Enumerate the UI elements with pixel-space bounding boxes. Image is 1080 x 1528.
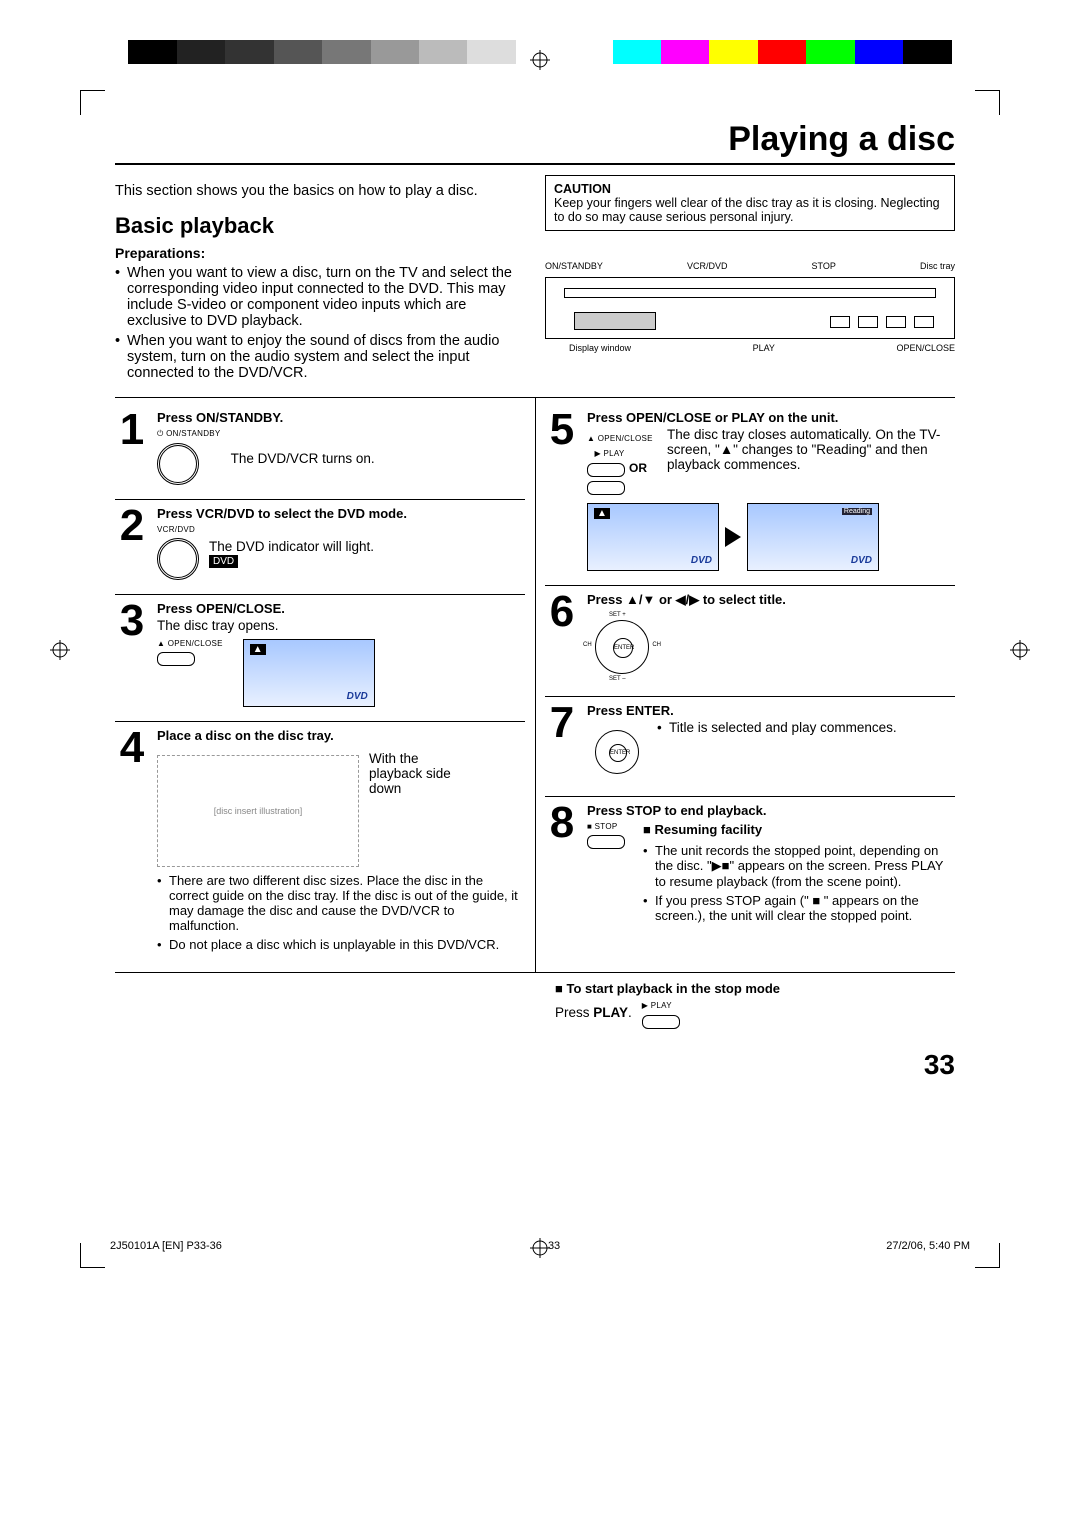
arrow-right-icon [725, 527, 741, 547]
step-number: 3 [115, 601, 149, 707]
openclose-icon: ▲ OPEN/CLOSE [157, 639, 223, 666]
tv-screen-thumb: ▲ DVD [587, 503, 719, 571]
step-title: Press OPEN/CLOSE or PLAY on the unit. [587, 410, 955, 425]
preparations-heading: Preparations: [115, 245, 955, 261]
section-heading: Basic playback [115, 213, 525, 239]
note-item: There are two different disc sizes. Plac… [157, 873, 525, 933]
step-4: 4 Place a disc on the disc tray. [disc i… [115, 721, 525, 958]
tv-screen-thumb: ▲ DVD [243, 639, 375, 707]
dpad-icon: ENTER SET + SET – CH CH [587, 612, 657, 682]
onstandby-icon: ⏻ ON/STANDBY [157, 429, 221, 485]
device-bottom-labels: Display window PLAY OPEN/CLOSE [545, 343, 955, 353]
intro-text: This section shows you the basics on how… [115, 183, 525, 199]
step-number: 5 [545, 410, 579, 571]
note-item: If you press STOP again (" ■ " appears o… [643, 893, 955, 923]
step-desc: The DVD indicator will light. [209, 539, 374, 554]
note-item: Do not place a disc which is unplayable … [157, 937, 525, 952]
stop-icon: ■ STOP [587, 822, 633, 929]
column-divider [535, 398, 536, 972]
registration-mark [530, 50, 550, 70]
prep-item: When you want to enjoy the sound of disc… [115, 333, 525, 381]
step-desc: Title is selected and play commences. [657, 720, 897, 735]
step-number: 7 [545, 703, 579, 782]
caution-heading: CAUTION [554, 182, 946, 196]
step-number: 2 [115, 506, 149, 580]
print-footer: 2J50101A [EN] P33-36 33 27/2/06, 5:40 PM [110, 1240, 970, 1252]
caution-body: Keep your fingers well clear of the disc… [554, 196, 946, 224]
step-desc: With the playback side down [369, 751, 459, 867]
step-7: 7 Press ENTER. ENTER Title is selected a… [545, 696, 955, 782]
step8-notes: The unit records the stopped point, depe… [643, 843, 955, 923]
step-title: Press ENTER. [587, 703, 955, 718]
resume-heading: Resuming facility [643, 822, 955, 837]
dvd-badge: DVD [209, 555, 238, 568]
prep-item: When you want to view a disc, turn on th… [115, 265, 525, 329]
footer-left: 2J50101A [EN] P33-36 [110, 1240, 222, 1252]
step-8: 8 Press STOP to end playback. ■ STOP Res… [545, 796, 955, 929]
crop-mark [80, 90, 105, 115]
registration-mark [50, 640, 70, 660]
step-title: Press VCR/DVD to select the DVD mode. [157, 506, 525, 521]
device-diagram [545, 277, 955, 339]
step-desc: The DVD/VCR turns on. [231, 451, 375, 466]
start-in-stop-body: Press PLAY. [555, 1005, 632, 1020]
step-6: 6 Press ▲/▼ or ◀/▶ to select title. ENTE… [545, 585, 955, 682]
step-desc: The disc tray opens. [157, 618, 525, 633]
step-1: 1 Press ON/STANDBY. ⏻ ON/STANDBY The DVD… [115, 404, 525, 485]
step-number: 8 [545, 803, 579, 929]
tv-screen-thumb: Reading DVD [747, 503, 879, 571]
footer-mid: 33 [548, 1240, 560, 1252]
start-in-stop-heading: To start playback in the stop mode [555, 981, 955, 996]
step-title: Press ▲/▼ or ◀/▶ to select title. [587, 592, 955, 608]
vcrdvd-icon: VCR/DVD [157, 525, 199, 580]
step-title: Press OPEN/CLOSE. [157, 601, 525, 616]
crop-mark [975, 1243, 1000, 1268]
page-number: 33 [115, 1049, 955, 1081]
caution-box: CAUTION Keep your fingers well clear of … [545, 175, 955, 231]
step-desc: The disc tray closes automatically. On t… [667, 427, 955, 495]
play-icon: ▶ PLAY [642, 996, 680, 1029]
step4-notes: There are two different disc sizes. Plac… [157, 873, 525, 952]
step-number: 4 [115, 728, 149, 958]
device-top-labels: ON/STANDBY VCR/DVD STOP Disc tray [545, 261, 955, 271]
note-item: The unit records the stopped point, depe… [643, 843, 955, 889]
preparations-list: When you want to view a disc, turn on th… [115, 265, 525, 381]
registration-mark [1010, 640, 1030, 660]
step-number: 1 [115, 410, 149, 485]
step-3: 3 Press OPEN/CLOSE. The disc tray opens.… [115, 594, 525, 707]
step5-buttons: ▲ OPEN/CLOSE ▶ PLAY OR [587, 429, 659, 495]
dpad-icon: ENTER [587, 722, 647, 782]
step-title: Place a disc on the disc tray. [157, 728, 525, 743]
step-number: 6 [545, 592, 579, 682]
step-title: Press STOP to end playback. [587, 803, 955, 818]
footer-right: 27/2/06, 5:40 PM [886, 1240, 970, 1252]
crop-mark [975, 90, 1000, 115]
page-title: Playing a disc [115, 120, 955, 165]
step-5: 5 Press OPEN/CLOSE or PLAY on the unit. … [545, 404, 955, 571]
step-2: 2 Press VCR/DVD to select the DVD mode. … [115, 499, 525, 580]
disc-hand-illustration: [disc insert illustration] [157, 755, 359, 867]
crop-mark [80, 1243, 105, 1268]
step-title: Press ON/STANDBY. [157, 410, 525, 425]
